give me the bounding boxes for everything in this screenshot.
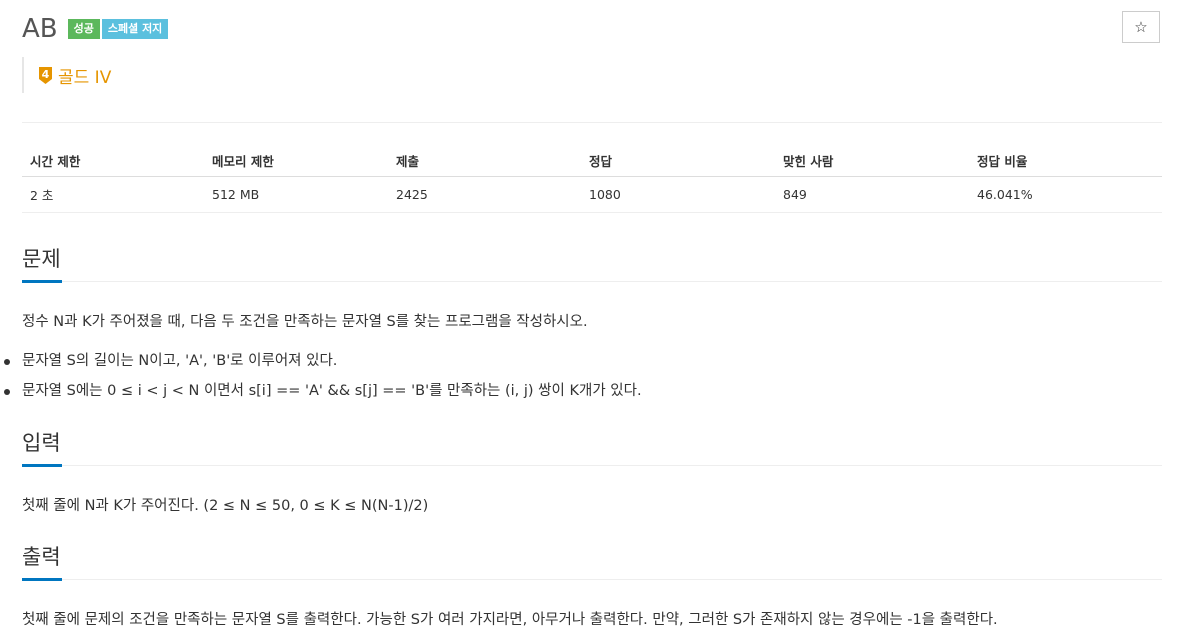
problem-title: AB bbox=[22, 14, 58, 44]
star-icon: ☆ bbox=[1134, 18, 1148, 36]
list-item: 문자열 S의 길이는 N이고, 'A', 'B'로 이루어져 있다. bbox=[22, 353, 338, 369]
gold-tier-icon: 4 bbox=[39, 66, 52, 84]
header-time-limit: 시간 제한 bbox=[22, 144, 204, 177]
list-item: 문자열 S에는 0 ≤ i < j < N 이면서 s[i] == 'A' &&… bbox=[22, 383, 642, 399]
tier-level-number: 4 bbox=[42, 68, 50, 81]
section-divider bbox=[22, 579, 1162, 580]
input-text: 첫째 줄에 N과 K가 주어진다. (2 ≤ N ≤ 50, 0 ≤ K ≤ N… bbox=[22, 498, 429, 514]
bullet-dot bbox=[4, 389, 10, 395]
cell-ratio: 46.041% bbox=[969, 176, 1162, 213]
section-accent-bar bbox=[22, 280, 62, 283]
description-text: 정수 N과 K가 주어졌을 때, 다음 두 조건을 만족하는 문자열 S를 찾는… bbox=[22, 314, 588, 330]
success-badge: 성공 bbox=[67, 19, 100, 39]
cell-solvers: 849 bbox=[775, 176, 969, 213]
cell-time-limit: 2 초 bbox=[22, 176, 204, 213]
section-title-output: 출력 bbox=[22, 545, 61, 569]
header-submissions: 제출 bbox=[388, 144, 581, 177]
favorite-button[interactable]: ☆ bbox=[1122, 11, 1160, 43]
bullet-dot bbox=[4, 359, 10, 365]
problem-info-table: 시간 제한 메모리 제한 제출 정답 맞힌 사람 정답 비율 2 초 512 M… bbox=[22, 144, 1162, 213]
cell-memory-limit: 512 MB bbox=[204, 176, 388, 213]
tier-info: 4 골드 IV bbox=[22, 57, 111, 93]
problem-header: AB 성공 스페셜 저지 bbox=[22, 14, 169, 44]
section-title-description: 문제 bbox=[22, 247, 61, 271]
table-header-row: 시간 제한 메모리 제한 제출 정답 맞힌 사람 정답 비율 bbox=[22, 144, 1162, 177]
header-solvers: 맞힌 사람 bbox=[775, 144, 969, 177]
divider bbox=[22, 122, 1162, 123]
header-accepted: 정답 bbox=[581, 144, 775, 177]
section-accent-bar bbox=[22, 464, 62, 467]
tier-label[interactable]: 골드 IV bbox=[58, 63, 111, 88]
section-divider bbox=[22, 281, 1162, 282]
header-memory-limit: 메모리 제한 bbox=[204, 144, 388, 177]
section-accent-bar bbox=[22, 578, 62, 581]
header-ratio: 정답 비율 bbox=[969, 144, 1162, 177]
section-divider bbox=[22, 465, 1162, 466]
special-judge-badge: 스페셜 저지 bbox=[101, 19, 169, 39]
section-title-input: 입력 bbox=[22, 431, 61, 455]
cell-submissions: 2425 bbox=[388, 176, 581, 213]
table-row: 2 초 512 MB 2425 1080 849 46.041% bbox=[22, 176, 1162, 213]
output-text: 첫째 줄에 문제의 조건을 만족하는 문자열 S를 출력한다. 가능한 S가 여… bbox=[22, 612, 998, 628]
cell-accepted: 1080 bbox=[581, 176, 775, 213]
